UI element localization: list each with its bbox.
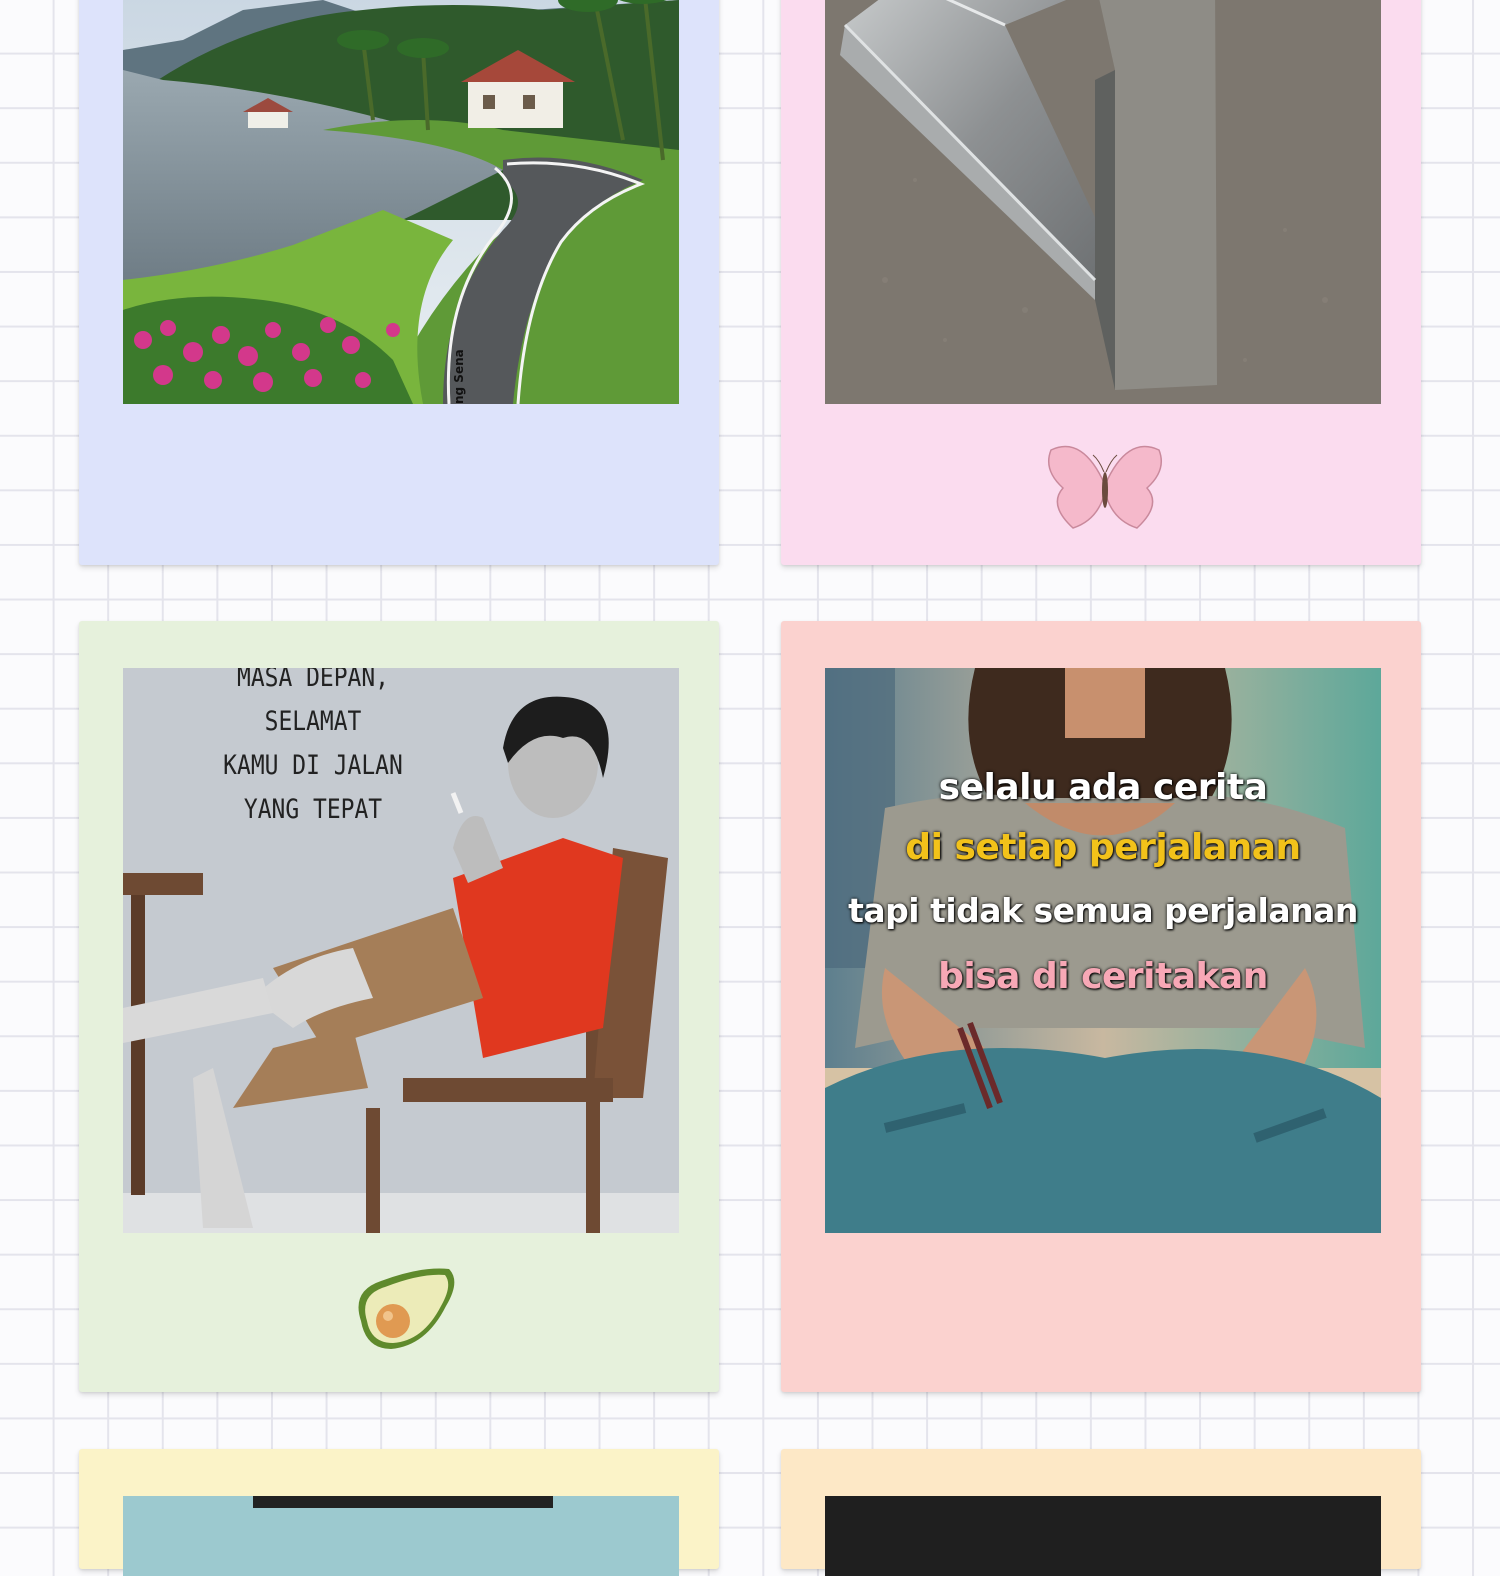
lake-road-photo[interactable]: ng Sena bbox=[123, 0, 679, 404]
polaroid-card-5[interactable] bbox=[79, 1449, 719, 1576]
photo-5[interactable] bbox=[123, 1496, 679, 1576]
polaroid-card-1[interactable]: ng Sena bbox=[79, 0, 719, 565]
polaroid-card-6[interactable] bbox=[781, 1449, 1421, 1576]
illustration-text-line: SELAMAT bbox=[264, 706, 362, 737]
photo-watermark: ng Sena bbox=[452, 349, 466, 404]
sitting-man-photo[interactable]: selalu ada cerita di setiap perjalanan t… bbox=[825, 668, 1381, 1233]
polaroid-card-3[interactable]: MASA DEPAN, SELAMAT KAMU DI JALAN YANG T… bbox=[79, 621, 719, 1392]
man-in-chair-illustration[interactable]: MASA DEPAN, SELAMAT KAMU DI JALAN YANG T… bbox=[123, 668, 679, 1233]
illustration-text-line: MASA DEPAN, bbox=[237, 668, 389, 693]
butterfly-sticker bbox=[1043, 440, 1167, 530]
caption-line-2: di setiap perjalanan bbox=[905, 827, 1301, 868]
polaroid-card-4[interactable]: selalu ada cerita di setiap perjalanan t… bbox=[781, 621, 1421, 1392]
photo-6[interactable] bbox=[825, 1496, 1381, 1576]
steel-frame-photo[interactable] bbox=[825, 0, 1381, 404]
illustration-text-line: KAMU DI JALAN bbox=[223, 750, 403, 781]
polaroid-card-2[interactable] bbox=[781, 0, 1421, 565]
illustration-text-line: YANG TEPAT bbox=[243, 794, 383, 825]
illustration-text: MASA DEPAN, SELAMAT KAMU DI JALAN YANG T… bbox=[186, 668, 441, 832]
avocado-sticker bbox=[341, 1261, 461, 1355]
photo-caption: selalu ada cerita di setiap perjalanan t… bbox=[825, 758, 1381, 1010]
caption-line-4: bisa di ceritakan bbox=[938, 956, 1268, 997]
caption-line-1: selalu ada cerita bbox=[938, 767, 1268, 808]
caption-line-3: tapi tidak semua perjalanan bbox=[848, 891, 1358, 930]
